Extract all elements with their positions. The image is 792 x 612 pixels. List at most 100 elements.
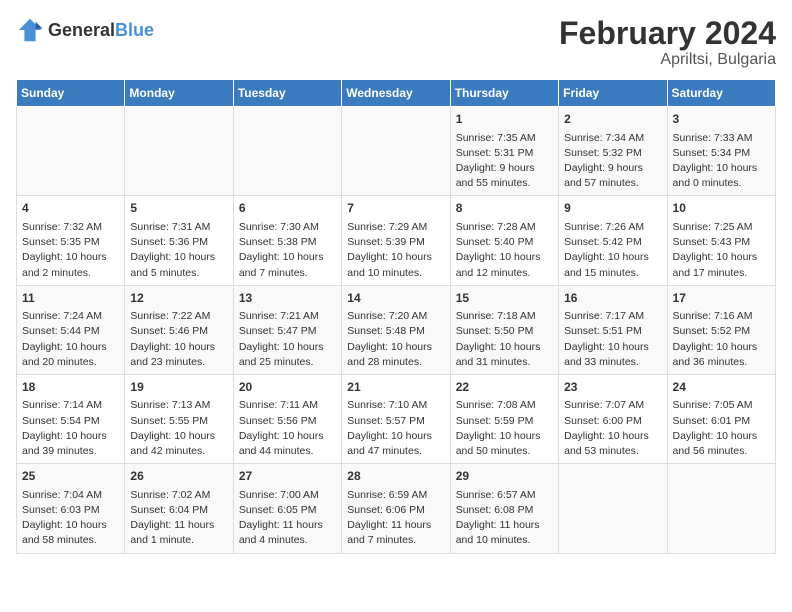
day-info: Sunrise: 7:13 AMSunset: 5:55 PMDaylight:… xyxy=(130,398,227,459)
calendar-cell xyxy=(17,107,125,196)
calendar-cell: 25 Sunrise: 7:04 AMSunset: 6:03 PMDayligh… xyxy=(17,464,125,553)
calendar-cell: 28 Sunrise: 6:59 AMSunset: 6:06 PMDayligh… xyxy=(342,464,450,553)
title-block: February 2024 Apriltsi, Bulgaria xyxy=(559,16,776,69)
day-info: Sunrise: 7:11 AMSunset: 5:56 PMDaylight:… xyxy=(239,398,336,459)
calendar-cell: 5 Sunrise: 7:31 AMSunset: 5:36 PMDaylight… xyxy=(125,196,233,285)
weekday-header-wednesday: Wednesday xyxy=(342,80,450,107)
calendar-cell: 9 Sunrise: 7:26 AMSunset: 5:42 PMDaylight… xyxy=(559,196,667,285)
day-info: Sunrise: 7:32 AMSunset: 5:35 PMDaylight:… xyxy=(22,220,119,281)
day-info: Sunrise: 7:08 AMSunset: 5:59 PMDaylight:… xyxy=(456,398,553,459)
calendar-cell: 6Sunrise: 7:30 AMSunset: 5:38 PMDaylight… xyxy=(233,196,341,285)
day-number: 8 xyxy=(456,200,553,217)
calendar-cell: 12 Sunrise: 7:22 AMSunset: 5:46 PMDayligh… xyxy=(125,285,233,374)
day-info: Sunrise: 7:20 AMSunset: 5:48 PMDaylight:… xyxy=(347,309,444,370)
day-info: Sunrise: 7:26 AMSunset: 5:42 PMDaylight:… xyxy=(564,220,661,281)
day-info: Sunrise: 6:59 AMSunset: 6:06 PMDaylight:… xyxy=(347,488,444,549)
calendar-cell: 1 Sunrise: 7:35 AMSunset: 5:31 PMDaylight… xyxy=(450,107,558,196)
day-number: 11 xyxy=(22,290,119,307)
day-info: Sunrise: 7:10 AMSunset: 5:57 PMDaylight:… xyxy=(347,398,444,459)
calendar-cell: 2 Sunrise: 7:34 AMSunset: 5:32 PMDaylight… xyxy=(559,107,667,196)
day-number: 23 xyxy=(564,379,661,396)
logo-blue: Blue xyxy=(115,20,154,40)
calendar-cell: 10 Sunrise: 7:25 AMSunset: 5:43 PMDayligh… xyxy=(667,196,775,285)
day-info: Sunrise: 7:14 AMSunset: 5:54 PMDaylight:… xyxy=(22,398,119,459)
day-info: Sunrise: 7:00 AMSunset: 6:05 PMDaylight:… xyxy=(239,488,336,549)
calendar-cell: 18 Sunrise: 7:14 AMSunset: 5:54 PMDayligh… xyxy=(17,374,125,463)
calendar-cell xyxy=(667,464,775,553)
day-info: Sunrise: 7:21 AMSunset: 5:47 PMDaylight:… xyxy=(239,309,336,370)
calendar-title: February 2024 xyxy=(559,16,776,51)
calendar-cell: 23 Sunrise: 7:07 AMSunset: 6:00 PMDayligh… xyxy=(559,374,667,463)
day-number: 9 xyxy=(564,200,661,217)
day-number: 24 xyxy=(673,379,770,396)
day-number: 20 xyxy=(239,379,336,396)
calendar-cell: 29 Sunrise: 6:57 AMSunset: 6:08 PMDayligh… xyxy=(450,464,558,553)
day-info: Sunrise: 7:29 AMSunset: 5:39 PMDaylight:… xyxy=(347,220,444,281)
calendar-cell: 8 Sunrise: 7:28 AMSunset: 5:40 PMDaylight… xyxy=(450,196,558,285)
calendar-cell: 4 Sunrise: 7:32 AMSunset: 5:35 PMDaylight… xyxy=(17,196,125,285)
calendar-cell: 17Sunrise: 7:16 AMSunset: 5:52 PMDayligh… xyxy=(667,285,775,374)
calendar-cell: 20 Sunrise: 7:11 AMSunset: 5:56 PMDayligh… xyxy=(233,374,341,463)
calendar-cell: 27 Sunrise: 7:00 AMSunset: 6:05 PMDayligh… xyxy=(233,464,341,553)
day-info: Sunrise: 7:30 AMSunset: 5:38 PMDaylight:… xyxy=(239,220,336,281)
calendar-cell: 14Sunrise: 7:20 AMSunset: 5:48 PMDayligh… xyxy=(342,285,450,374)
day-number: 16 xyxy=(564,290,661,307)
day-number: 22 xyxy=(456,379,553,396)
day-info: Sunrise: 7:28 AMSunset: 5:40 PMDaylight:… xyxy=(456,220,553,281)
weekday-header-tuesday: Tuesday xyxy=(233,80,341,107)
day-number: 2 xyxy=(564,111,661,128)
day-number: 17 xyxy=(673,290,770,307)
day-number: 19 xyxy=(130,379,227,396)
day-info: Sunrise: 7:31 AMSunset: 5:36 PMDaylight:… xyxy=(130,220,227,281)
calendar-cell: 13 Sunrise: 7:21 AMSunset: 5:47 PMDayligh… xyxy=(233,285,341,374)
calendar-subtitle: Apriltsi, Bulgaria xyxy=(559,51,776,69)
day-info: Sunrise: 7:24 AMSunset: 5:44 PMDaylight:… xyxy=(22,309,119,370)
day-number: 21 xyxy=(347,379,444,396)
day-number: 5 xyxy=(130,200,227,217)
calendar-cell: 16 Sunrise: 7:17 AMSunset: 5:51 PMDayligh… xyxy=(559,285,667,374)
weekday-header-friday: Friday xyxy=(559,80,667,107)
day-info: Sunrise: 7:07 AMSunset: 6:00 PMDaylight:… xyxy=(564,398,661,459)
day-info: Sunrise: 7:17 AMSunset: 5:51 PMDaylight:… xyxy=(564,309,661,370)
day-info: Sunrise: 7:02 AMSunset: 6:04 PMDaylight:… xyxy=(130,488,227,549)
day-number: 3 xyxy=(673,111,770,128)
day-number: 29 xyxy=(456,468,553,485)
day-number: 10 xyxy=(673,200,770,217)
logo: GeneralBlue xyxy=(16,16,154,44)
day-number: 12 xyxy=(130,290,227,307)
calendar-week-row: 1 Sunrise: 7:35 AMSunset: 5:31 PMDaylight… xyxy=(17,107,776,196)
weekday-header-monday: Monday xyxy=(125,80,233,107)
logo-general: General xyxy=(48,20,115,40)
calendar-cell: 11 Sunrise: 7:24 AMSunset: 5:44 PMDayligh… xyxy=(17,285,125,374)
day-info: Sunrise: 7:04 AMSunset: 6:03 PMDaylight:… xyxy=(22,488,119,549)
weekday-header-row: SundayMondayTuesdayWednesdayThursdayFrid… xyxy=(17,80,776,107)
day-number: 4 xyxy=(22,200,119,217)
day-number: 15 xyxy=(456,290,553,307)
logo-icon xyxy=(16,16,44,44)
calendar-cell xyxy=(559,464,667,553)
day-number: 28 xyxy=(347,468,444,485)
calendar-week-row: 25 Sunrise: 7:04 AMSunset: 6:03 PMDayligh… xyxy=(17,464,776,553)
day-info: Sunrise: 7:35 AMSunset: 5:31 PMDaylight:… xyxy=(456,131,553,192)
calendar-table: SundayMondayTuesdayWednesdayThursdayFrid… xyxy=(16,79,776,553)
day-number: 26 xyxy=(130,468,227,485)
calendar-week-row: 18 Sunrise: 7:14 AMSunset: 5:54 PMDayligh… xyxy=(17,374,776,463)
calendar-week-row: 11 Sunrise: 7:24 AMSunset: 5:44 PMDayligh… xyxy=(17,285,776,374)
calendar-cell: 26 Sunrise: 7:02 AMSunset: 6:04 PMDayligh… xyxy=(125,464,233,553)
day-info: Sunrise: 6:57 AMSunset: 6:08 PMDaylight:… xyxy=(456,488,553,549)
day-info: Sunrise: 7:34 AMSunset: 5:32 PMDaylight:… xyxy=(564,131,661,192)
day-info: Sunrise: 7:25 AMSunset: 5:43 PMDaylight:… xyxy=(673,220,770,281)
weekday-header-saturday: Saturday xyxy=(667,80,775,107)
day-number: 27 xyxy=(239,468,336,485)
day-number: 25 xyxy=(22,468,119,485)
calendar-cell: 24 Sunrise: 7:05 AMSunset: 6:01 PMDayligh… xyxy=(667,374,775,463)
calendar-week-row: 4 Sunrise: 7:32 AMSunset: 5:35 PMDaylight… xyxy=(17,196,776,285)
day-number: 1 xyxy=(456,111,553,128)
calendar-cell: 21 Sunrise: 7:10 AMSunset: 5:57 PMDayligh… xyxy=(342,374,450,463)
calendar-cell: 15Sunrise: 7:18 AMSunset: 5:50 PMDayligh… xyxy=(450,285,558,374)
day-info: Sunrise: 7:05 AMSunset: 6:01 PMDaylight:… xyxy=(673,398,770,459)
day-number: 18 xyxy=(22,379,119,396)
day-number: 13 xyxy=(239,290,336,307)
day-info: Sunrise: 7:33 AMSunset: 5:34 PMDaylight:… xyxy=(673,131,770,192)
day-info: Sunrise: 7:22 AMSunset: 5:46 PMDaylight:… xyxy=(130,309,227,370)
